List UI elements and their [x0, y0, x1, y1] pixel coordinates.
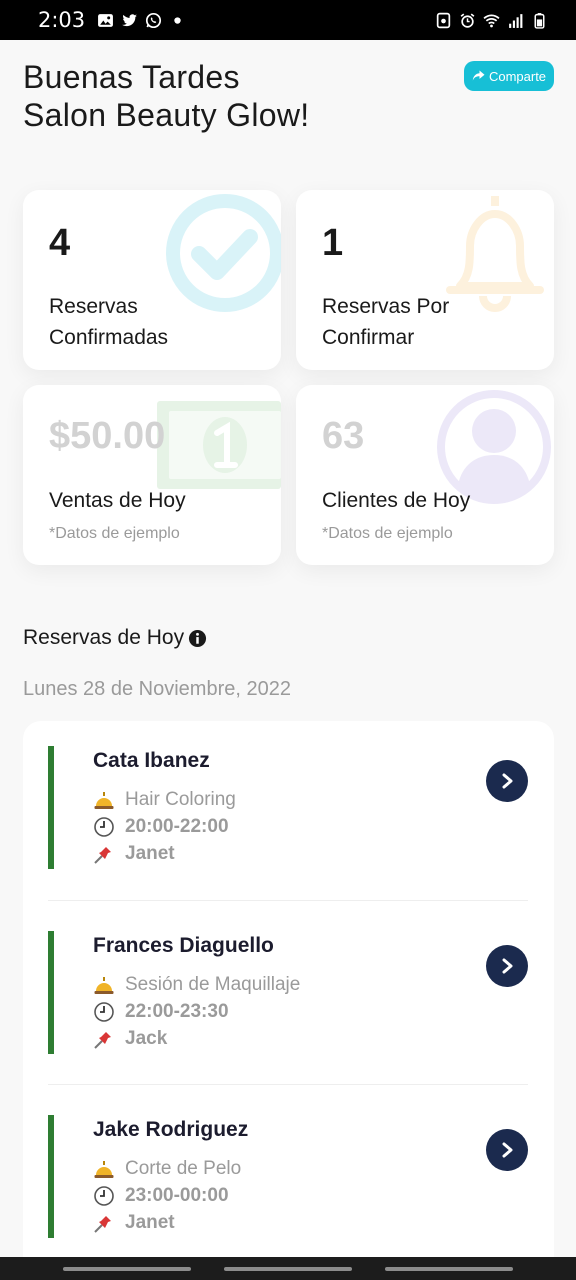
bellhop-bell-icon — [94, 1161, 114, 1178]
reservation-item[interactable]: Cata Ibanez Hair Coloring 20:00-22:00 Ja… — [23, 721, 554, 905]
system-icons — [435, 12, 548, 29]
stat-value: 1 — [322, 222, 344, 264]
reservations-section-title: Reservas de Hoy — [23, 626, 207, 650]
check-circle-icon — [166, 194, 281, 312]
open-reservation-button[interactable] — [486, 1129, 528, 1171]
gallery-icon — [98, 13, 114, 27]
stat-label-line-1: Reservas Por — [322, 295, 450, 318]
time-range: 23:00-00:00 — [125, 1185, 229, 1206]
stat-label: Reservas Por Confirmar — [322, 291, 449, 353]
service-name: Hair Coloring — [125, 789, 236, 810]
stat-card-sales[interactable]: $50.00 Ventas de Hoy *Datos de ejemplo — [23, 385, 281, 565]
bellhop-bell-icon — [94, 792, 114, 809]
client-name: Jake Rodriguez — [93, 1118, 249, 1141]
service-name: Corte de Pelo — [125, 1158, 242, 1179]
pushpin-icon — [94, 1032, 111, 1049]
stat-label: Clientes de Hoy — [322, 489, 471, 512]
signal-icon — [509, 13, 523, 28]
time-line: 22:00-23:30 — [93, 1001, 229, 1023]
reservations-date: Lunes 28 de Noviembre, 2022 — [23, 678, 291, 700]
clock-icon — [94, 817, 114, 837]
stat-label: Ventas de Hoy — [49, 489, 186, 512]
bellhop-bell-icon — [94, 977, 114, 994]
stat-card-confirmed[interactable]: 4 Reservas Confirmadas — [23, 190, 281, 370]
staff-name: Janet — [125, 843, 175, 864]
stat-card-pending[interactable]: 1 Reservas Por Confirmar — [296, 190, 554, 370]
money-icon — [157, 401, 281, 489]
status-indicator — [48, 1115, 54, 1238]
wifi-icon — [483, 14, 500, 27]
greeting-heading: Buenas Tardes Salon Beauty Glow! — [23, 58, 309, 134]
staff-name: Jack — [125, 1028, 168, 1049]
list-divider — [48, 1084, 528, 1085]
stat-value: $50.00 — [49, 415, 166, 457]
open-reservation-button[interactable] — [486, 760, 528, 802]
list-divider — [48, 900, 528, 901]
section-title-text: Reservas de Hoy — [23, 626, 185, 649]
nav-home-button[interactable] — [224, 1267, 352, 1271]
staff-line: Janet — [93, 843, 175, 865]
twitter-icon — [122, 13, 138, 26]
share-button[interactable]: Comparte — [464, 61, 554, 91]
stat-card-clients[interactable]: 63 Clientes de Hoy *Datos de ejemplo — [296, 385, 554, 565]
status-indicator — [48, 931, 54, 1054]
service-line: Sesión de Maquillaje — [93, 974, 300, 996]
reservations-list: Cata Ibanez Hair Coloring 20:00-22:00 Ja… — [23, 721, 554, 1261]
nav-recents-button[interactable] — [63, 1267, 191, 1271]
staff-line: Janet — [93, 1212, 175, 1234]
open-reservation-button[interactable] — [486, 945, 528, 987]
info-icon[interactable] — [188, 629, 207, 648]
staff-name: Janet — [125, 1212, 175, 1233]
status-bar: 2:03 — [0, 0, 576, 40]
stat-note: *Datos de ejemplo — [322, 525, 453, 542]
time-range: 20:00-22:00 — [125, 816, 229, 837]
notification-icons — [97, 12, 186, 29]
service-line: Corte de Pelo — [93, 1158, 241, 1180]
bell-icon — [446, 196, 544, 312]
stat-value: 4 — [49, 222, 71, 264]
screenshot-icon — [436, 12, 451, 28]
share-arrow-icon — [472, 70, 485, 81]
status-indicator — [48, 746, 54, 869]
clock-icon — [94, 1186, 114, 1206]
stat-label-line-2: Confirmar — [322, 326, 415, 349]
reservation-item[interactable]: Jake Rodriguez Corte de Pelo 23:00-00:00… — [23, 1090, 554, 1261]
nav-back-button[interactable] — [385, 1267, 513, 1271]
pushpin-icon — [94, 847, 111, 864]
clock-icon — [94, 1002, 114, 1022]
dot-icon — [174, 16, 181, 24]
service-line: Hair Coloring — [93, 789, 236, 811]
greeting-line-2: Salon Beauty Glow! — [23, 97, 310, 133]
chevron-right-icon — [502, 773, 513, 789]
client-name: Frances Diaguello — [93, 934, 274, 957]
time-line: 20:00-22:00 — [93, 816, 229, 838]
stat-label-line-2: Confirmadas — [49, 326, 169, 349]
stat-label: Reservas Confirmadas — [49, 291, 168, 353]
battery-icon — [534, 12, 545, 29]
pushpin-icon — [94, 1216, 111, 1233]
alarm-icon — [460, 12, 475, 28]
client-name: Cata Ibanez — [93, 749, 210, 772]
system-navigation-bar — [0, 1257, 576, 1280]
stat-value: 63 — [322, 415, 365, 457]
status-time: 2:03 — [38, 8, 86, 32]
reservation-item[interactable]: Frances Diaguello Sesión de Maquillaje 2… — [23, 906, 554, 1090]
stat-note: *Datos de ejemplo — [49, 525, 180, 542]
service-name: Sesión de Maquillaje — [125, 974, 301, 995]
whatsapp-icon — [146, 12, 162, 28]
share-button-label: Comparte — [488, 68, 547, 84]
time-line: 23:00-00:00 — [93, 1185, 229, 1207]
time-range: 22:00-23:30 — [125, 1001, 229, 1022]
chevron-right-icon — [502, 958, 513, 974]
chevron-right-icon — [502, 1142, 513, 1158]
staff-line: Jack — [93, 1028, 167, 1050]
stat-label-line-1: Reservas — [49, 295, 138, 318]
greeting-line-1: Buenas Tardes — [23, 59, 240, 95]
